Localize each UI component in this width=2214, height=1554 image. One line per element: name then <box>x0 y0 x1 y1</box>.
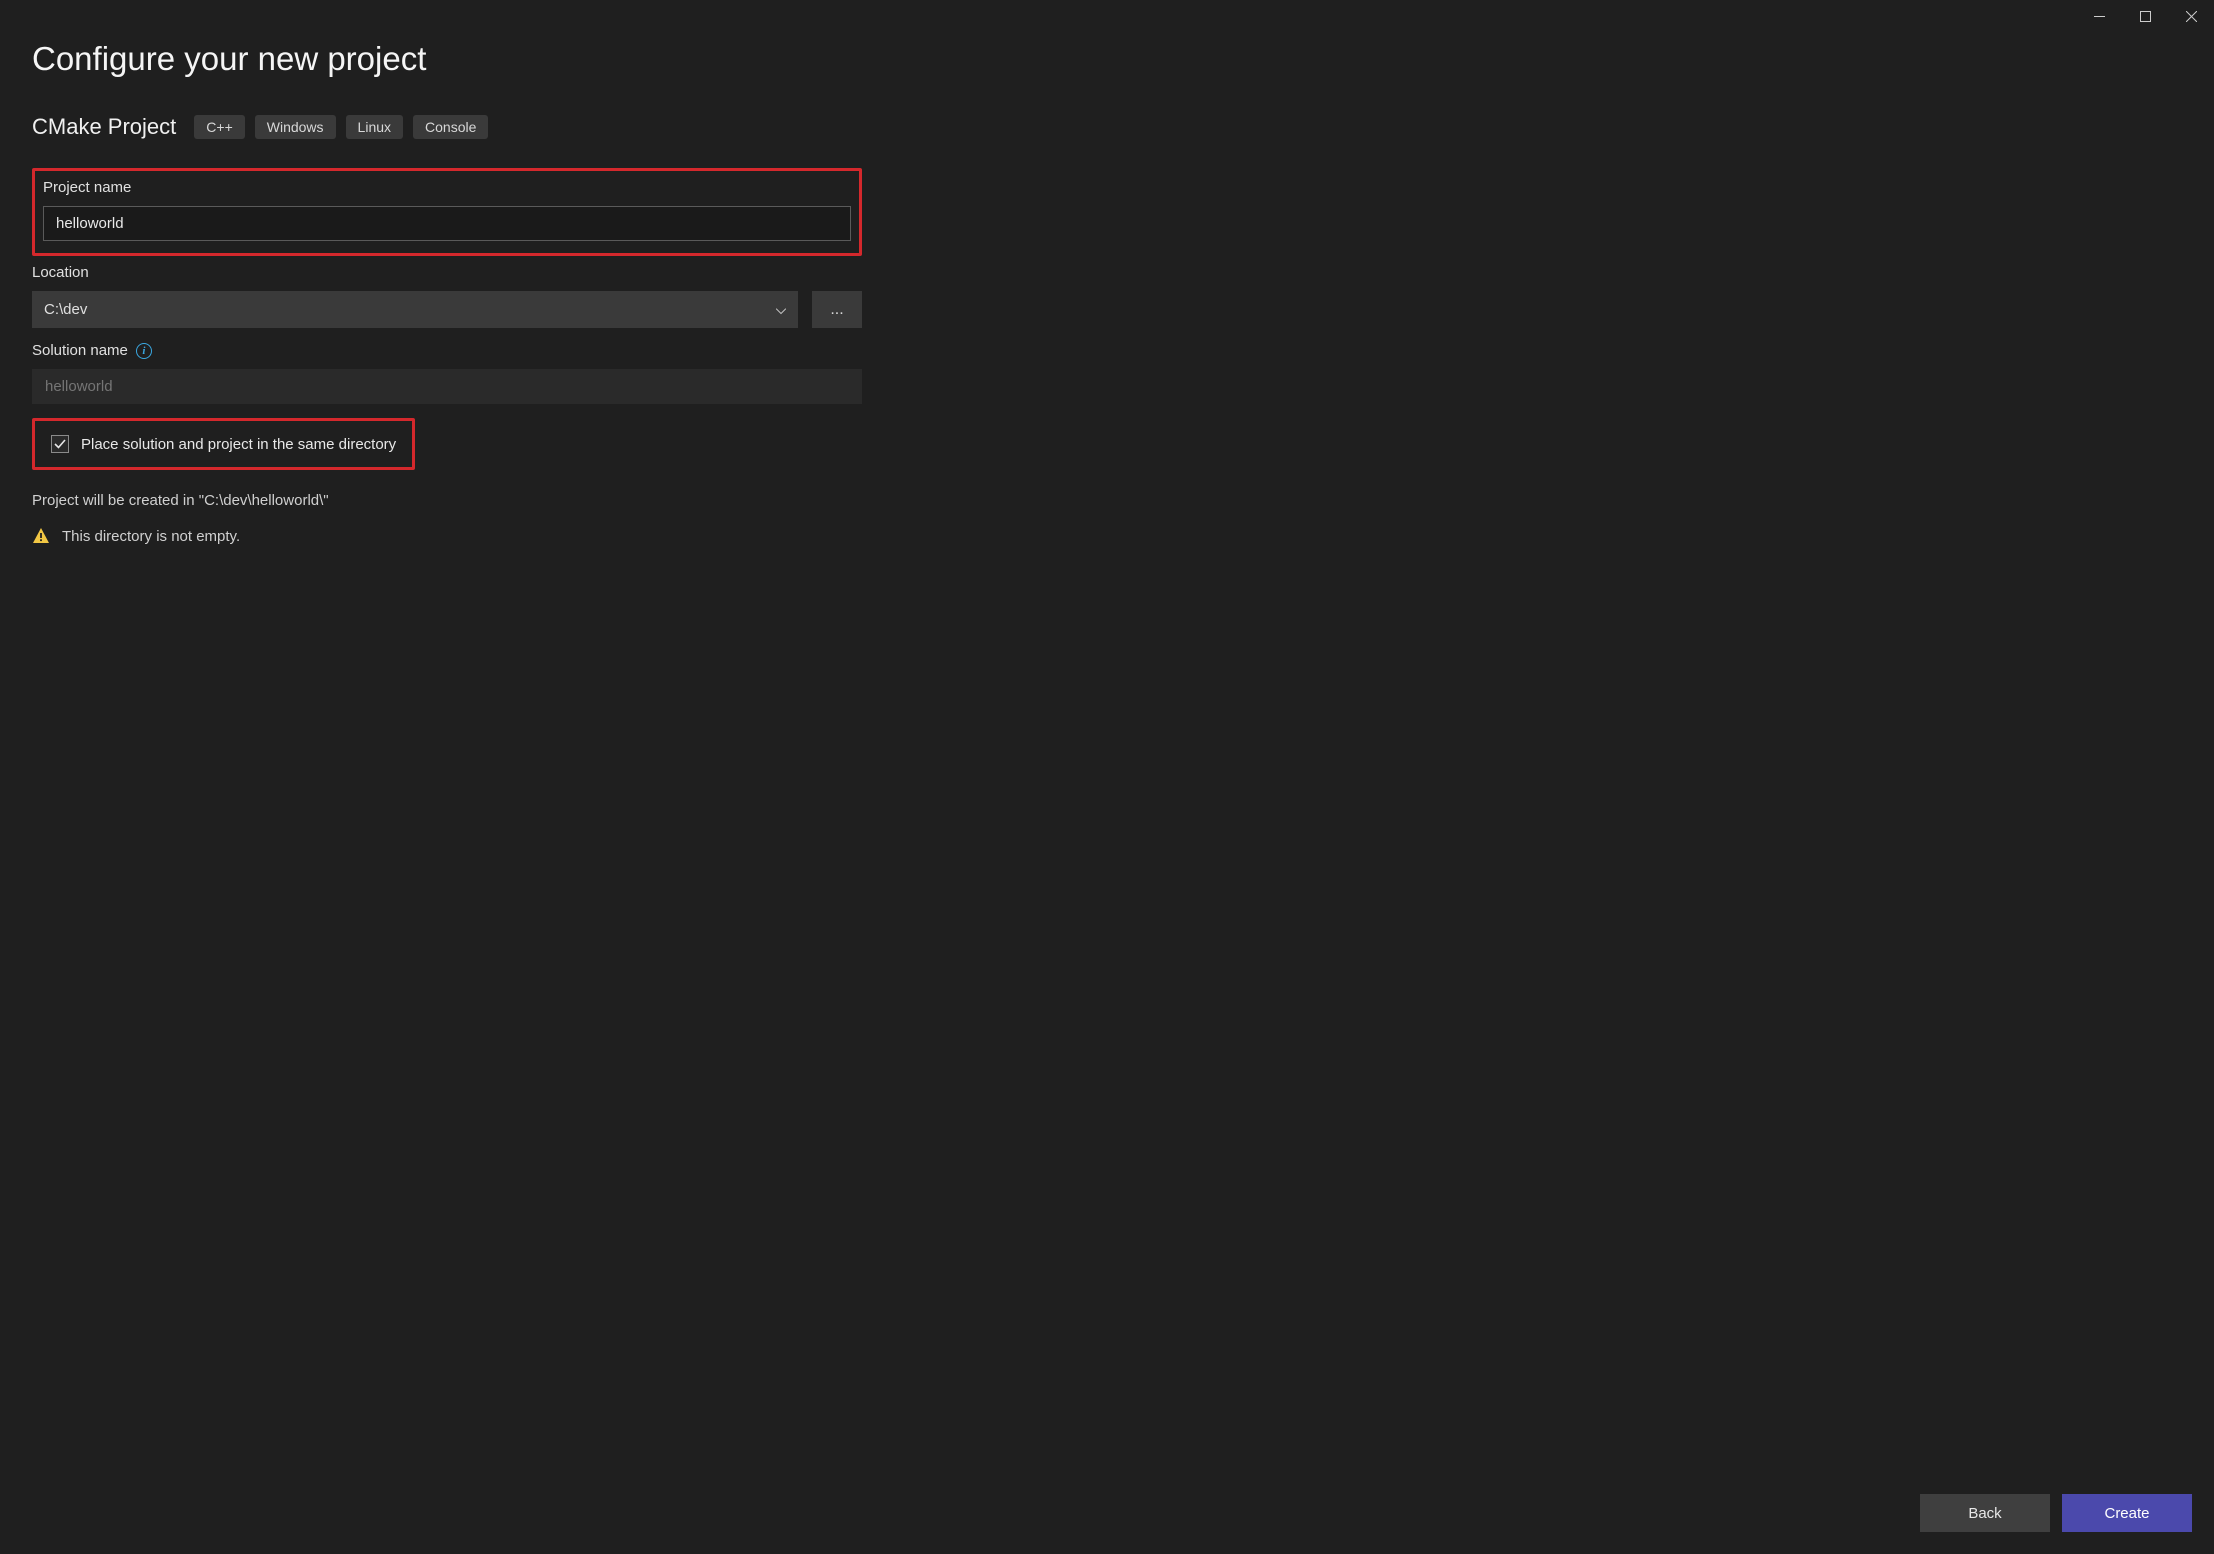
minimize-icon <box>2094 11 2105 22</box>
close-icon <box>2186 11 2197 22</box>
warning-row: This directory is not empty. <box>32 527 862 545</box>
tag-windows: Windows <box>255 115 336 139</box>
project-name-highlight: Project name <box>32 168 862 256</box>
tag-cpp: C++ <box>194 115 244 139</box>
location-group: Location C:\dev ... <box>32 264 862 328</box>
browse-button[interactable]: ... <box>812 291 862 328</box>
location-select[interactable]: C:\dev <box>32 291 798 328</box>
same-directory-label: Place solution and project in the same d… <box>81 436 396 453</box>
solution-name-group: Solution name i <box>32 342 862 404</box>
titlebar <box>2076 0 2214 32</box>
template-name: CMake Project <box>32 114 176 140</box>
tag-console: Console <box>413 115 488 139</box>
location-label: Location <box>32 264 862 281</box>
form-column: Project name Location C:\dev ... <box>32 168 862 545</box>
same-directory-checkbox[interactable] <box>51 435 69 453</box>
warning-icon <box>32 527 50 545</box>
solution-name-label-text: Solution name <box>32 342 128 359</box>
same-directory-highlight: Place solution and project in the same d… <box>32 418 415 470</box>
template-header: CMake Project C++ Windows Linux Console <box>32 114 2182 140</box>
warning-text: This directory is not empty. <box>62 528 240 545</box>
close-button[interactable] <box>2168 0 2214 32</box>
maximize-button[interactable] <box>2122 0 2168 32</box>
tag-linux: Linux <box>346 115 403 139</box>
same-directory-checkbox-row[interactable]: Place solution and project in the same d… <box>45 429 402 459</box>
template-tags: C++ Windows Linux Console <box>194 115 488 139</box>
page-title: Configure your new project <box>32 40 2182 78</box>
checkmark-icon <box>54 438 66 450</box>
location-select-wrap: C:\dev <box>32 291 798 328</box>
content-area: Configure your new project CMake Project… <box>0 0 2214 1476</box>
solution-name-input <box>32 369 862 404</box>
minimize-button[interactable] <box>2076 0 2122 32</box>
dialog-window: Configure your new project CMake Project… <box>0 0 2214 1554</box>
project-name-input[interactable] <box>43 206 851 241</box>
maximize-icon <box>2140 11 2151 22</box>
project-path-summary: Project will be created in "C:\dev\hello… <box>32 492 862 509</box>
project-name-label: Project name <box>43 179 851 196</box>
create-button[interactable]: Create <box>2062 1494 2192 1532</box>
footer: Back Create <box>0 1476 2214 1554</box>
info-icon[interactable]: i <box>136 343 152 359</box>
back-button[interactable]: Back <box>1920 1494 2050 1532</box>
solution-name-label: Solution name i <box>32 342 862 359</box>
